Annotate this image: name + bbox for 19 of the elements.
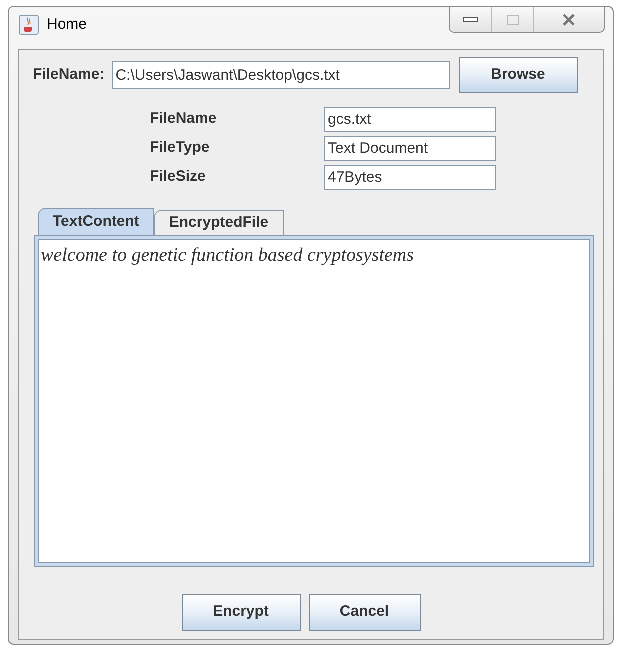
encrypt-button[interactable]: Encrypt <box>182 594 300 631</box>
coffee-cup-icon <box>19 15 39 35</box>
window-title: Home <box>47 15 88 35</box>
info-field[interactable]: gcs.txt <box>324 107 496 132</box>
maximize-icon <box>506 14 518 24</box>
browse-button[interactable]: Browse <box>458 57 578 93</box>
tab[interactable]: TextContent <box>38 208 154 236</box>
text-content: welcome to genetic function based cryptosystems <box>41 244 416 268</box>
minimize-icon <box>463 17 478 22</box>
tab[interactable]: EncryptedFile <box>154 210 284 236</box>
info-label: FileName <box>150 109 218 130</box>
info-label: FileType <box>150 138 211 158</box>
info-label: FileSize <box>150 167 207 188</box>
file-path-field[interactable]: C:\Users\Jaswant\Desktop\gcs.txt <box>112 61 450 89</box>
close-icon <box>562 14 576 26</box>
cancel-button[interactable]: Cancel <box>308 594 420 631</box>
file-name-label: FileName: <box>33 64 105 85</box>
info-field[interactable]: 47Bytes <box>324 165 496 190</box>
info-field[interactable]: Text Document <box>324 136 496 161</box>
